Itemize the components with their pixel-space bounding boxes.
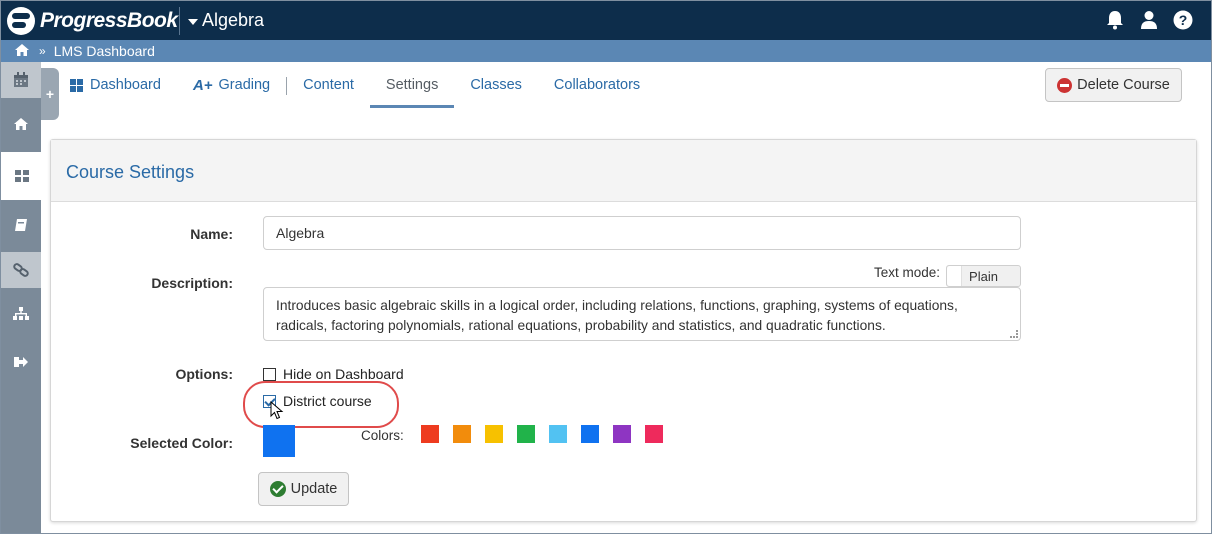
sitemap-icon: [13, 307, 29, 320]
caret-down-icon: [188, 18, 198, 25]
sign-out-icon: [14, 357, 28, 367]
tab-grading[interactable]: A+ Grading: [177, 68, 286, 108]
panel-title: Course Settings: [51, 140, 1196, 202]
grid-icon: [70, 79, 83, 92]
tab-label: Collaborators: [553, 77, 641, 93]
minus-circle-icon: [1057, 77, 1073, 93]
resize-handle-icon[interactable]: [1010, 330, 1018, 338]
svg-text:?: ?: [1179, 12, 1188, 28]
plus-icon: +: [45, 86, 55, 102]
name-label: Name:: [190, 226, 233, 242]
book-icon: [15, 219, 27, 231]
color-swatch-3[interactable]: [485, 425, 503, 443]
text-mode-label: Text mode:: [874, 265, 941, 280]
home-icon: [14, 118, 28, 130]
tab-label: Settings: [385, 77, 439, 93]
tab-label: Classes: [470, 77, 522, 93]
sidebar-item-calendar[interactable]: [1, 62, 41, 98]
delete-course-button[interactable]: Delete Course: [1045, 68, 1182, 102]
topbar-divider: [179, 7, 180, 35]
text-mode-toggle[interactable]: Plain: [946, 265, 1021, 287]
selected-color-swatch: [263, 425, 295, 457]
annotation-highlight: [243, 381, 399, 428]
breadcrumb-separator-icon: »: [39, 44, 46, 58]
user-icon[interactable]: [1139, 10, 1159, 30]
update-label: Update: [290, 481, 338, 497]
course-name-input[interactable]: [263, 216, 1021, 250]
grading-icon: A+: [192, 77, 213, 94]
tab-settings[interactable]: Settings: [369, 68, 455, 108]
tab-classes[interactable]: Classes: [454, 68, 538, 108]
breadcrumb: » LMS Dashboard: [1, 40, 1211, 62]
help-icon[interactable]: ?: [1173, 10, 1193, 30]
course-name: Algebra: [202, 10, 265, 30]
colors-label: Colors:: [361, 428, 404, 443]
logo-icon: [7, 7, 35, 35]
link-icon: [13, 263, 29, 277]
course-switcher[interactable]: Algebra: [188, 10, 264, 31]
hide-on-dashboard-checkbox[interactable]: [263, 367, 276, 381]
dashboard-icon: [15, 170, 29, 182]
course-tabs: Dashboard A+ Grading Content Settings Cl…: [70, 68, 656, 108]
brand-name: ProgressBook: [40, 9, 178, 32]
color-swatch-6[interactable]: [581, 425, 599, 443]
sidebar-expand-tab[interactable]: +: [41, 68, 59, 120]
check-circle-icon: [269, 481, 286, 497]
tab-collaborators[interactable]: Collaborators: [538, 68, 656, 108]
color-swatch-7[interactable]: [613, 425, 631, 443]
mouse-cursor-icon: [270, 401, 284, 420]
update-button[interactable]: Update: [258, 472, 349, 506]
sidebar-item-dashboard[interactable]: [1, 152, 43, 200]
option-hide-on-dashboard[interactable]: Hide on Dashboard: [263, 366, 404, 382]
left-sidebar: [1, 62, 43, 533]
color-swatch-2[interactable]: [453, 425, 471, 443]
bell-icon[interactable]: [1105, 10, 1125, 30]
description-textarea[interactable]: Introduces basic algebraic skills in a l…: [263, 287, 1021, 341]
home-icon[interactable]: [15, 43, 29, 59]
delete-course-label: Delete Course: [1077, 77, 1170, 93]
description-label: Description:: [151, 275, 233, 291]
calendar-icon: [14, 72, 28, 87]
color-palette: [421, 425, 663, 443]
sidebar-item-sitemap[interactable]: [1, 296, 41, 332]
description-text: Introduces basic algebraic skills in a l…: [276, 298, 958, 333]
top-bar: ProgressBook Algebra ?: [1, 1, 1211, 40]
selected-color-label: Selected Color:: [130, 435, 233, 451]
tab-label: Content: [303, 77, 354, 93]
brand-logo[interactable]: ProgressBook: [7, 7, 178, 35]
tab-content[interactable]: Content: [287, 68, 370, 108]
tab-label: Dashboard: [90, 77, 161, 93]
color-swatch-5[interactable]: [549, 425, 567, 443]
tab-label: Grading: [218, 77, 271, 93]
color-swatch-8[interactable]: [645, 425, 663, 443]
color-swatch-1[interactable]: [421, 425, 439, 443]
text-mode-value: Plain: [969, 268, 998, 284]
option-label: Hide on Dashboard: [283, 366, 404, 382]
sidebar-item-home[interactable]: [1, 106, 41, 142]
tab-dashboard[interactable]: Dashboard: [70, 68, 177, 108]
options-label: Options:: [175, 366, 233, 382]
breadcrumb-current[interactable]: LMS Dashboard: [54, 43, 155, 59]
color-swatch-4[interactable]: [517, 425, 535, 443]
